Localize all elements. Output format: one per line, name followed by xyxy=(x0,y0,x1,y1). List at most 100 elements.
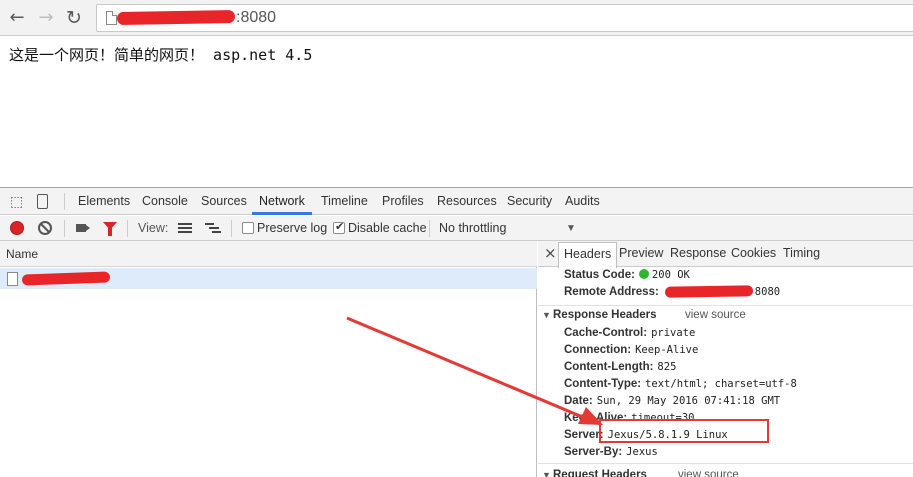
header-value: timeout=30 xyxy=(631,412,695,424)
devtools-tabbar: ⬚ Elements Console Sources Network Timel… xyxy=(0,188,913,215)
header-row: Content-Length: 825 xyxy=(564,361,676,373)
url-text[interactable]: :8080 xyxy=(116,9,277,27)
separator xyxy=(429,220,430,237)
header-row: Date: Sun, 29 May 2016 07:41:18 GMT xyxy=(564,395,780,407)
header-row: Cache-Control: private xyxy=(564,327,695,339)
triangle-down-icon: ▼ xyxy=(542,310,551,320)
inspect-element-icon[interactable]: ⬚ xyxy=(10,195,23,209)
tab-console[interactable]: Console xyxy=(142,194,188,208)
preserve-log-label: Preserve log xyxy=(257,221,328,235)
close-icon[interactable]: × xyxy=(544,244,557,262)
header-value: text/html; charset=utf-8 xyxy=(645,378,797,390)
tab-profiles[interactable]: Profiles xyxy=(382,194,424,208)
view-source-link[interactable]: view source xyxy=(685,309,746,321)
header-key: Content-Length: xyxy=(564,361,654,373)
device-mode-icon[interactable] xyxy=(37,194,48,209)
request-headers-title: Request Headers xyxy=(553,469,647,477)
record-icon[interactable] xyxy=(10,221,24,235)
table-row[interactable] xyxy=(0,268,537,289)
tab-timeline[interactable]: Timeline xyxy=(321,194,368,208)
tab-preview[interactable]: Preview xyxy=(619,246,663,260)
header-value: Jexus/5.8.1.9 Linux xyxy=(607,429,728,441)
header-row: Connection: Keep-Alive xyxy=(564,344,698,356)
devtools-panel: ⬚ Elements Console Sources Network Timel… xyxy=(0,187,913,477)
redaction-scribble xyxy=(116,10,236,26)
large-rows-icon[interactable] xyxy=(178,223,192,234)
page-icon xyxy=(106,11,117,25)
tab-network[interactable]: Network xyxy=(259,194,305,208)
forward-button[interactable]: → xyxy=(36,8,56,28)
page-body-text: 这是一个网页！简单的网页！ asp.net 4.5 xyxy=(9,46,313,64)
section-divider xyxy=(538,305,913,306)
screenshot-camera-icon[interactable] xyxy=(76,224,86,232)
header-value: Keep-Alive xyxy=(635,344,699,356)
separator xyxy=(64,220,65,237)
header-row: Server-By: Jexus xyxy=(564,446,658,458)
header-value: Sun, 29 May 2016 07:41:18 GMT xyxy=(596,395,781,407)
header-value: Jexus xyxy=(626,446,658,458)
disable-cache-label: Disable cache xyxy=(348,221,427,235)
tab-cookies[interactable]: Cookies xyxy=(731,246,776,260)
browser-toolbar: ← → ↻ :8080 xyxy=(0,0,913,36)
triangle-down-icon: ▼ xyxy=(542,470,551,477)
tab-sources[interactable]: Sources xyxy=(201,194,247,208)
chevron-down-icon[interactable]: ▼ xyxy=(566,223,576,234)
network-request-list: Name xyxy=(0,241,537,477)
detail-tabbar: × Headers Preview Response Cookies Timin… xyxy=(538,241,913,268)
clear-icon[interactable] xyxy=(38,221,52,235)
address-bar[interactable]: :8080 xyxy=(96,4,913,32)
status-code-label: Status Code: xyxy=(564,269,635,281)
tab-elements[interactable]: Elements xyxy=(78,194,130,208)
section-divider xyxy=(538,463,913,464)
request-headers-toggle[interactable]: ▼ Request Headers xyxy=(542,469,647,477)
network-toolbar: View: Preserve log Disable cache No thro… xyxy=(0,216,913,241)
header-key: Content-Type: xyxy=(564,378,642,390)
status-code-value: 200 OK xyxy=(651,269,690,281)
overview-icon[interactable] xyxy=(205,223,221,234)
header-key: Keep-Alive: xyxy=(564,412,628,424)
document-icon xyxy=(7,272,18,286)
header-row: Keep-Alive: timeout=30 xyxy=(564,412,695,424)
request-detail-pane: × Headers Preview Response Cookies Timin… xyxy=(538,241,913,477)
status-ok-icon xyxy=(638,269,649,279)
view-source-link[interactable]: view source xyxy=(678,469,739,477)
header-row: Content-Type: text/html; charset=utf-8 xyxy=(564,378,797,390)
remote-address-port: 8080 xyxy=(754,286,781,298)
tab-resources[interactable]: Resources xyxy=(437,194,497,208)
remote-address-row: Remote Address: 8080 xyxy=(564,285,781,299)
disable-cache-checkbox[interactable] xyxy=(333,220,345,234)
throttling-select[interactable]: No throttling xyxy=(439,221,506,235)
header-key: Connection: xyxy=(564,344,632,356)
redaction-scribble xyxy=(664,285,753,299)
tab-timing[interactable]: Timing xyxy=(783,246,820,260)
tab-response[interactable]: Response xyxy=(670,246,726,260)
redaction-scribble xyxy=(21,271,111,286)
filter-icon[interactable] xyxy=(103,222,117,236)
header-value: 825 xyxy=(657,361,677,373)
separator xyxy=(231,220,232,237)
header-key: Date: xyxy=(564,395,593,407)
tab-headers[interactable]: Headers xyxy=(558,242,618,268)
url-port: :8080 xyxy=(236,9,277,26)
header-value: private xyxy=(651,327,696,339)
request-list-header: Name xyxy=(0,241,537,267)
reload-button[interactable]: ↻ xyxy=(64,8,84,28)
response-headers-title: Response Headers xyxy=(553,309,657,321)
remote-address-label: Remote Address: xyxy=(564,286,659,298)
tab-security[interactable]: Security xyxy=(507,194,552,208)
back-button[interactable]: ← xyxy=(7,8,27,28)
header-key: Server: xyxy=(564,429,604,441)
header-key: Cache-Control: xyxy=(564,327,648,339)
response-headers-toggle[interactable]: ▼ Response Headers xyxy=(542,309,657,321)
header-row-server: Server: Jexus/5.8.1.9 Linux xyxy=(564,429,728,441)
page-viewport: 这是一个网页！简单的网页！ asp.net 4.5 xyxy=(0,37,913,187)
status-code-row: Status Code: 200 OK xyxy=(564,269,690,281)
view-label: View: xyxy=(138,221,169,235)
header-key: Server-By: xyxy=(564,446,623,458)
name-column-header[interactable]: Name xyxy=(6,247,38,261)
separator xyxy=(64,193,65,210)
active-tab-indicator xyxy=(252,212,312,215)
tab-audits[interactable]: Audits xyxy=(565,194,600,208)
separator xyxy=(127,220,128,237)
preserve-log-checkbox[interactable] xyxy=(242,222,254,234)
